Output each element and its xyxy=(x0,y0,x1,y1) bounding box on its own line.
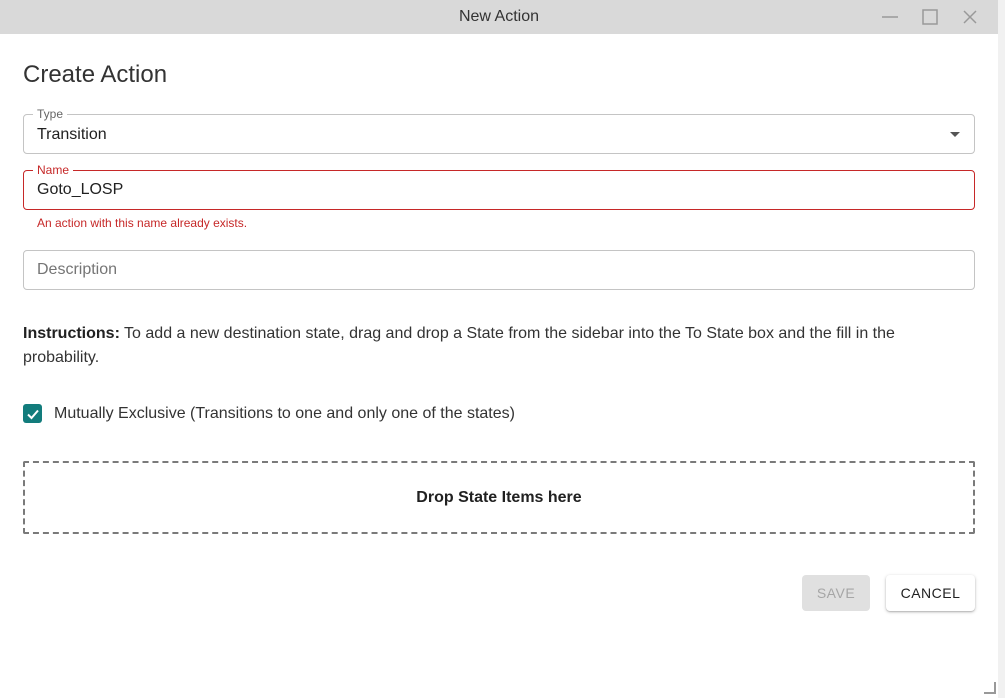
type-label: Type xyxy=(33,107,68,121)
maximize-button[interactable] xyxy=(910,0,950,34)
instructions-label: Instructions: xyxy=(23,325,120,342)
mutually-exclusive-row: Mutually Exclusive (Transitions to one a… xyxy=(23,404,515,423)
close-button[interactable] xyxy=(950,0,990,34)
minimize-icon xyxy=(882,16,898,18)
page-title: Create Action xyxy=(23,61,168,88)
mutually-exclusive-label[interactable]: Mutually Exclusive (Transitions to one a… xyxy=(54,405,515,423)
type-value: Transition xyxy=(37,126,107,143)
name-field[interactable]: Name xyxy=(23,163,975,210)
maximize-icon xyxy=(922,9,938,25)
close-icon xyxy=(963,10,977,24)
instructions-text: Instructions: To add a new destination s… xyxy=(23,322,963,370)
window-title: New Action xyxy=(458,8,540,25)
check-icon xyxy=(26,409,39,419)
instructions-body: To add a new destination state, drag and… xyxy=(23,325,895,366)
dropzone-text: Drop State Items here xyxy=(416,488,582,506)
dropdown-arrow-icon xyxy=(950,132,960,137)
description-input[interactable] xyxy=(37,251,937,289)
cancel-button[interactable]: CANCEL xyxy=(886,575,975,611)
window-edge xyxy=(998,0,1005,698)
state-dropzone[interactable]: Drop State Items here xyxy=(23,461,975,534)
save-button[interactable]: SAVE xyxy=(802,575,870,611)
resize-grip-icon[interactable] xyxy=(984,682,996,694)
name-input[interactable] xyxy=(37,171,937,209)
window-controls xyxy=(870,0,990,34)
mutually-exclusive-checkbox[interactable] xyxy=(23,404,42,423)
name-error-text: An action with this name already exists. xyxy=(37,216,248,230)
minimize-button[interactable] xyxy=(870,0,910,34)
type-select[interactable]: Type Transition xyxy=(23,107,975,154)
window-titlebar: New Action xyxy=(0,0,998,34)
description-field[interactable] xyxy=(23,250,975,290)
